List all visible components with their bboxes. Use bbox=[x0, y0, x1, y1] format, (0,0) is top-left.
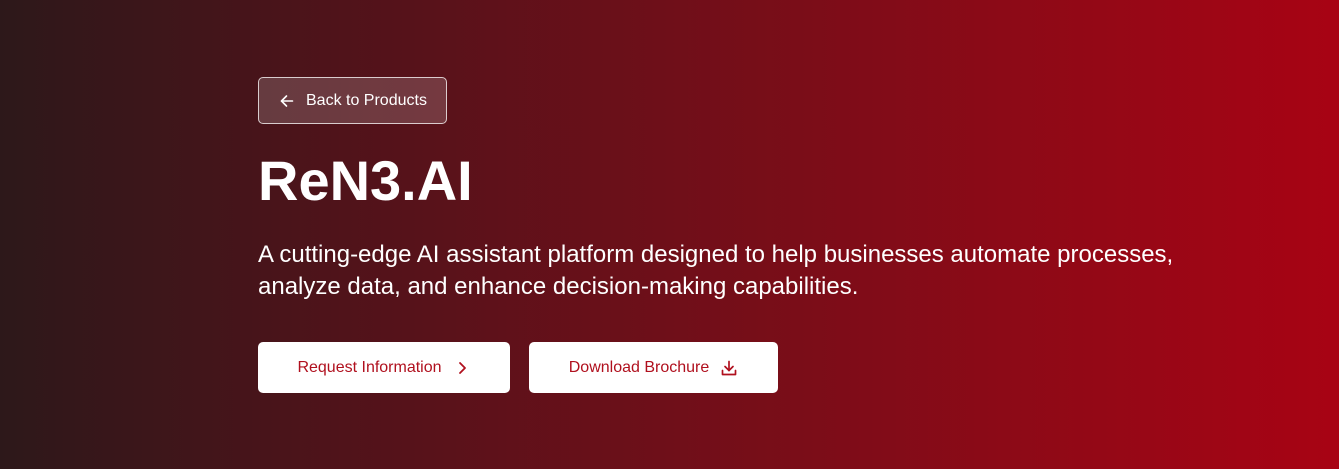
hero-content: Back to Products ReN3.AI A cutting-edge … bbox=[258, 77, 1188, 393]
back-button-label: Back to Products bbox=[306, 91, 427, 109]
request-information-label: Request Information bbox=[297, 358, 442, 376]
request-information-button[interactable]: Request Information bbox=[258, 342, 510, 393]
page-title: ReN3.AI bbox=[258, 149, 473, 212]
download-brochure-button[interactable]: Download Brochure bbox=[529, 342, 778, 393]
product-hero: Back to Products ReN3.AI A cutting-edge … bbox=[0, 0, 1339, 469]
download-icon bbox=[720, 359, 738, 377]
arrow-left-icon bbox=[279, 93, 295, 109]
product-description: A cutting-edge AI assistant platform des… bbox=[258, 241, 1174, 300]
hero-actions: Request Information Download Brochure bbox=[258, 342, 1188, 393]
back-to-products-button[interactable]: Back to Products bbox=[258, 77, 447, 124]
chevron-right-icon bbox=[453, 359, 471, 377]
download-brochure-label: Download Brochure bbox=[568, 358, 710, 376]
